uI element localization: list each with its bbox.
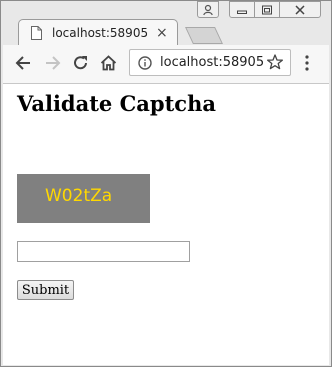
- forward-arrow-icon[interactable]: [45, 55, 61, 71]
- close-icon: [295, 5, 305, 14]
- captcha-text: W02tZa: [45, 186, 113, 206]
- reload-icon[interactable]: [73, 55, 89, 71]
- maximize-button[interactable]: [254, 1, 280, 18]
- browser-toolbar: localhost:58905: [3, 45, 329, 84]
- info-icon[interactable]: [138, 56, 152, 70]
- url-text[interactable]: localhost:58905: [160, 55, 264, 70]
- close-window-button[interactable]: [279, 1, 321, 18]
- menu-icon[interactable]: [305, 55, 309, 71]
- page-content: Validate Captcha W02tZa Submit: [3, 84, 329, 365]
- tab-title: localhost:58905: [52, 26, 149, 40]
- page-title: Validate Captcha: [17, 91, 216, 116]
- tab-close-icon[interactable]: ×: [156, 25, 168, 41]
- captcha-input[interactable]: [17, 241, 190, 262]
- minimize-button[interactable]: [229, 1, 255, 18]
- maximize-icon: [262, 5, 272, 14]
- submit-button[interactable]: Submit: [17, 280, 74, 300]
- new-tab-button[interactable]: [185, 27, 223, 44]
- star-icon[interactable]: [267, 54, 283, 70]
- profile-icon: [203, 4, 213, 15]
- page-icon: [31, 26, 42, 40]
- browser-tab[interactable]: localhost:58905 ×: [18, 19, 178, 46]
- minimize-icon: [237, 10, 247, 14]
- back-arrow-icon[interactable]: [15, 55, 31, 71]
- captcha-image: W02tZa: [17, 174, 150, 223]
- home-icon[interactable]: [100, 55, 117, 71]
- profile-button[interactable]: [197, 1, 219, 18]
- browser-window: localhost:58905 × localhost:58905 Valida…: [0, 0, 332, 367]
